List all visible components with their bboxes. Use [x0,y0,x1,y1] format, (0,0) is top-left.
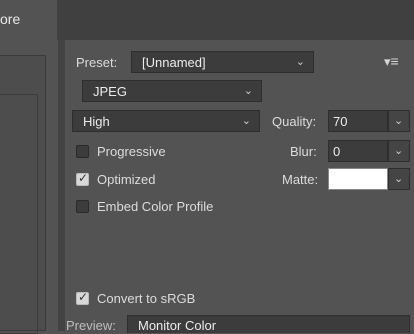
progressive-checkbox[interactable] [76,145,89,158]
embed-profile-checkbox[interactable] [76,200,89,213]
preview-image-area [0,94,38,334]
quality-dropdown-button[interactable]: ⌄ [388,110,410,132]
pane-divider[interactable] [58,40,65,331]
quality-level-value: High [83,114,110,129]
blur-label: Blur: [290,144,317,159]
progressive-label: Progressive [97,144,166,159]
convert-srgb-checkbox[interactable]: ✓ [76,290,89,305]
chevron-down-icon: ⌄ [295,56,305,68]
preset-label: Preset: [76,55,118,70]
preset-value: [Unnamed] [142,55,206,70]
quality-label: Quality: [272,114,317,129]
blur-value: 0 [333,144,341,159]
optimized-checkbox[interactable]: ✓ [76,171,89,186]
blur-input[interactable]: 0 [328,140,388,162]
tab-bar [0,0,414,40]
optimized-label: Optimized [97,172,156,187]
matte-label: Matte: [282,172,319,187]
preset-select[interactable]: [Unnamed] ⌄ [131,51,314,73]
chevron-down-icon: ⌄ [243,85,253,97]
preset-menu-icon[interactable]: ▾≡ [384,53,399,70]
tab-label: ore [0,11,21,27]
chevron-down-icon: ⌄ [394,115,404,127]
preview-select[interactable]: Monitor Color [127,315,410,333]
matte-dropdown-button[interactable]: ⌄ [388,168,410,190]
preview-frame [0,55,46,334]
matte-color-swatch[interactable] [328,168,388,190]
convert-srgb-label: Convert to sRGB [97,291,196,306]
chevron-down-icon: ⌄ [241,115,251,127]
quality-level-select[interactable]: High ⌄ [72,110,260,132]
quality-input[interactable]: 70 [328,110,388,132]
tab-more[interactable]: ore [0,0,57,40]
checkmark-icon: ✓ [78,290,89,304]
blur-dropdown-button[interactable]: ⌄ [388,140,410,162]
format-select[interactable]: JPEG ⌄ [82,80,262,102]
format-value: JPEG [93,84,127,99]
chevron-down-icon: ⌄ [394,173,404,185]
embed-profile-label: Embed Color Profile [97,199,214,214]
quality-value: 70 [333,114,348,129]
chevron-down-icon: ⌄ [394,145,404,157]
checkmark-icon: ✓ [78,171,89,185]
